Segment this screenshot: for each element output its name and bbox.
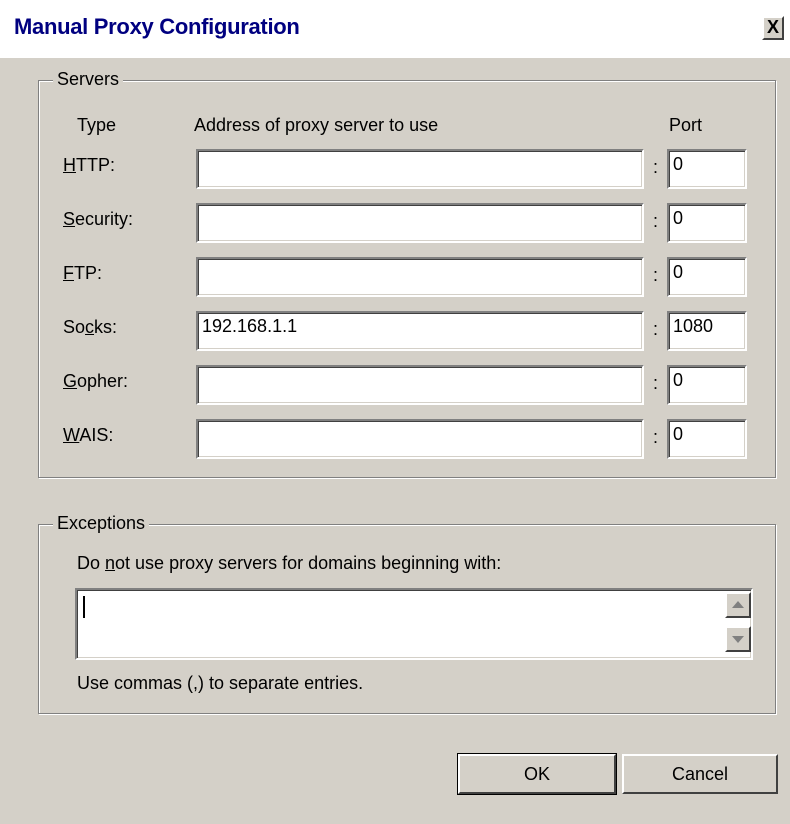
type-column-header: Type [77, 115, 117, 135]
exceptions-group: Exceptions Do not use proxy servers for … [38, 513, 776, 714]
server-port-value: 0 [673, 370, 684, 390]
close-button[interactable]: X [762, 16, 784, 40]
scroll-down-icon [732, 636, 744, 643]
address-column-header: Address of proxy server to use [194, 115, 439, 135]
server-port-value: 0 [673, 208, 684, 228]
port-separator: : [653, 427, 659, 447]
server-port-value: 1080 [673, 316, 714, 336]
server-port-input[interactable]: 0 [667, 365, 747, 405]
exceptions-legend: Exceptions [53, 513, 150, 534]
dialog-title: Manual Proxy Configuration [14, 14, 300, 39]
servers-legend: Servers [53, 69, 124, 90]
close-icon: X [766, 17, 779, 37]
exceptions-prompt: Do not use proxy servers for domains beg… [77, 553, 502, 573]
port-separator: : [653, 157, 659, 177]
server-address-input[interactable]: 192.168.1.1 [196, 311, 644, 351]
server-type-label: WAIS: [63, 425, 114, 445]
server-address-input[interactable] [196, 203, 644, 243]
scroll-down-button[interactable] [725, 626, 751, 652]
server-type-label: Gopher: [63, 371, 129, 391]
port-separator: : [653, 319, 659, 339]
server-address-value: 192.168.1.1 [202, 316, 298, 336]
ok-button[interactable]: OK [457, 753, 617, 795]
port-separator: : [653, 265, 659, 285]
server-type-label: Socks: [63, 317, 118, 337]
dialog-body: Servers Type Address of proxy server to … [0, 58, 790, 824]
port-separator: : [653, 373, 659, 393]
server-port-input[interactable]: 0 [667, 257, 747, 297]
server-address-input[interactable] [196, 365, 644, 405]
exceptions-textarea[interactable] [75, 588, 753, 660]
servers-group: Servers Type Address of proxy server to … [38, 69, 776, 478]
server-port-value: 0 [673, 154, 684, 174]
server-address-input[interactable] [196, 257, 644, 297]
title-bar: Manual Proxy Configuration X [0, 0, 790, 58]
server-type-label: Security: [63, 209, 134, 229]
server-port-input[interactable]: 1080 [667, 311, 747, 351]
port-column-header: Port [669, 115, 703, 135]
server-port-input[interactable]: 0 [667, 203, 747, 243]
server-port-value: 0 [673, 262, 684, 282]
port-separator: : [653, 211, 659, 231]
server-type-label: HTTP: [63, 155, 115, 175]
server-address-input[interactable] [196, 149, 644, 189]
text-cursor [83, 596, 85, 618]
server-address-input[interactable] [196, 419, 644, 459]
server-port-value: 0 [673, 424, 684, 444]
server-port-input[interactable]: 0 [667, 419, 747, 459]
server-port-input[interactable]: 0 [667, 149, 747, 189]
scroll-up-icon [732, 601, 744, 608]
scroll-up-button[interactable] [725, 592, 751, 618]
exceptions-hint: Use commas (,) to separate entries. [77, 673, 364, 693]
server-type-label: FTP: [63, 263, 103, 283]
proxy-config-dialog: Manual Proxy Configuration X Servers Typ… [0, 0, 790, 824]
cancel-button[interactable]: Cancel [622, 754, 778, 794]
